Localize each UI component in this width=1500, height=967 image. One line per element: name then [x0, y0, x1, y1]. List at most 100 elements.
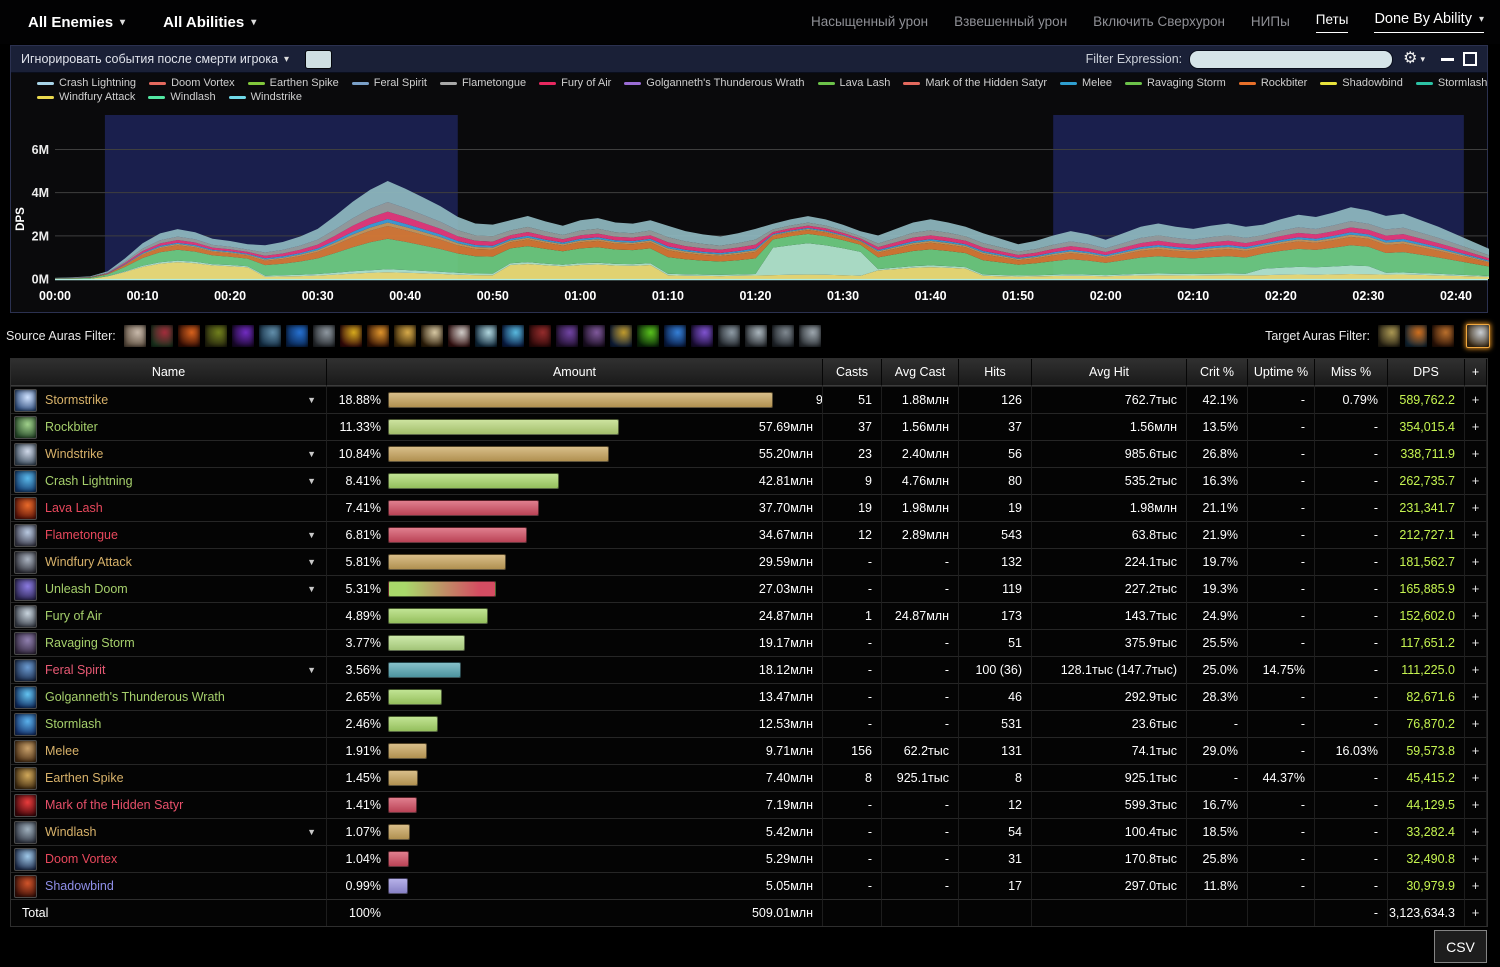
ability-icon[interactable] [14, 605, 37, 628]
ignore-after-death-dropdown[interactable]: Игнорировать события после смерти игрока… [21, 52, 289, 66]
ability-icon[interactable] [14, 794, 37, 817]
legend-item[interactable]: Flametongue [440, 77, 526, 89]
aura-icon[interactable] [609, 324, 633, 348]
link-saturated-damage[interactable]: Насыщенный урон [811, 14, 928, 31]
expand-plus-button[interactable]: + [1465, 413, 1487, 440]
ability-name[interactable]: Melee [45, 738, 320, 764]
expand-plus-button[interactable]: + [1465, 899, 1487, 926]
ability-icon[interactable] [14, 551, 37, 574]
enemies-dropdown[interactable]: All Enemies ▾ [28, 14, 125, 31]
done-by-ability-dropdown[interactable]: Done By Ability▾ [1374, 11, 1484, 33]
aura-icon[interactable] [771, 324, 795, 348]
aura-icon[interactable] [150, 324, 174, 348]
column-header[interactable]: + [1465, 359, 1487, 386]
aura-icon[interactable] [204, 324, 228, 348]
aura-icon[interactable] [582, 324, 606, 348]
ability-name[interactable]: Stormstrike [45, 387, 299, 413]
aura-icon[interactable] [420, 324, 444, 348]
legend-item[interactable]: Fury of Air [539, 77, 611, 89]
expand-plus-button[interactable]: + [1465, 656, 1487, 683]
ability-name[interactable]: Windfury Attack [45, 549, 299, 575]
ability-icon[interactable] [14, 713, 37, 736]
ability-icon[interactable] [14, 659, 37, 682]
ability-icon[interactable] [14, 443, 37, 466]
legend-item[interactable]: Lava Lash [818, 77, 891, 89]
expand-plus-button[interactable]: + [1465, 548, 1487, 575]
legend-item[interactable]: Doom Vortex [149, 77, 235, 89]
aura-icon[interactable] [690, 324, 714, 348]
ability-name[interactable]: Stormlash [45, 711, 320, 737]
ability-name[interactable]: Fury of Air [45, 603, 320, 629]
ability-icon[interactable] [14, 524, 37, 547]
aura-icon[interactable] [366, 324, 390, 348]
aura-icon[interactable] [393, 324, 417, 348]
ability-name[interactable]: Golganneth's Thunderous Wrath [45, 684, 320, 710]
column-header[interactable]: Amount [327, 359, 823, 386]
expand-plus-button[interactable]: + [1465, 440, 1487, 467]
toggle-button[interactable] [305, 50, 332, 69]
aura-icon[interactable] [1404, 324, 1428, 348]
column-header[interactable]: Avg Hit [1032, 359, 1187, 386]
ability-name[interactable]: Lava Lash [45, 495, 320, 521]
minimize-icon[interactable] [1441, 58, 1454, 61]
aura-icon[interactable] [555, 324, 579, 348]
abilities-dropdown[interactable]: All Abilities ▾ [163, 14, 256, 31]
legend-item[interactable]: Shadowbind [1320, 77, 1403, 89]
expand-plus-button[interactable]: + [1465, 575, 1487, 602]
aura-icon[interactable] [636, 324, 660, 348]
ability-name[interactable]: Shadowbind [45, 873, 320, 899]
ability-expand-caret[interactable]: ▼ [307, 522, 320, 548]
column-header[interactable]: Casts [823, 359, 882, 386]
ability-icon[interactable] [14, 416, 37, 439]
legend-item[interactable]: Feral Spirit [352, 77, 427, 89]
aura-icon[interactable] [339, 324, 363, 348]
aura-icon[interactable] [528, 324, 552, 348]
link-weighted-damage[interactable]: Взвешенный урон [954, 14, 1067, 31]
legend-item[interactable]: Mark of the Hidden Satyr [903, 77, 1047, 89]
aura-icon[interactable] [285, 324, 309, 348]
expand-plus-button[interactable]: + [1465, 494, 1487, 521]
column-header[interactable]: Uptime % [1248, 359, 1315, 386]
legend-item[interactable]: Earthen Spike [248, 77, 339, 89]
ability-icon[interactable] [14, 470, 37, 493]
ability-icon[interactable] [14, 848, 37, 871]
expand-plus-button[interactable]: + [1465, 845, 1487, 872]
column-header[interactable]: Hits [959, 359, 1032, 386]
aura-icon[interactable] [663, 324, 687, 348]
ability-icon[interactable] [14, 740, 37, 763]
legend-item[interactable]: Rockbiter [1239, 77, 1307, 89]
column-header[interactable]: Name [11, 359, 327, 386]
expand-plus-button[interactable]: + [1465, 872, 1487, 899]
ability-expand-caret[interactable]: ▼ [307, 819, 320, 845]
expand-plus-button[interactable]: + [1465, 467, 1487, 494]
maximize-icon[interactable] [1463, 52, 1477, 66]
chevron-down-icon[interactable]: ▾ [1420, 54, 1425, 65]
column-header[interactable]: Crit % [1187, 359, 1248, 386]
link-include-overkill[interactable]: Включить Сверхурон [1093, 14, 1225, 31]
legend-item[interactable]: Windlash [148, 91, 215, 103]
ability-name[interactable]: Rockbiter [45, 414, 320, 440]
legend-item[interactable]: Golganneth's Thunderous Wrath [624, 77, 804, 89]
ability-icon[interactable] [14, 767, 37, 790]
ability-name[interactable]: Windlash [45, 819, 299, 845]
aura-icon[interactable] [474, 324, 498, 348]
filter-expression-input[interactable] [1189, 50, 1393, 69]
aura-icon[interactable] [501, 324, 525, 348]
legend-item[interactable]: Windfury Attack [37, 91, 135, 103]
column-header[interactable]: DPS [1388, 359, 1465, 386]
legend-item[interactable]: Crash Lightning [37, 77, 136, 89]
expand-plus-button[interactable]: + [1465, 602, 1487, 629]
legend-item[interactable]: Stormlash [1416, 77, 1488, 89]
expand-plus-button[interactable]: + [1465, 710, 1487, 737]
aura-icon[interactable] [177, 324, 201, 348]
ability-expand-caret[interactable]: ▼ [307, 576, 320, 602]
aura-icon[interactable] [744, 324, 768, 348]
ability-name[interactable]: Crash Lightning [45, 468, 299, 494]
aura-icon[interactable] [231, 324, 255, 348]
aura-icon[interactable] [258, 324, 282, 348]
ability-name[interactable]: Earthen Spike [45, 765, 320, 791]
expand-plus-button[interactable]: + [1465, 737, 1487, 764]
ability-icon[interactable] [14, 497, 37, 520]
ability-name[interactable]: Feral Spirit [45, 657, 299, 683]
column-header[interactable]: Avg Cast [882, 359, 959, 386]
